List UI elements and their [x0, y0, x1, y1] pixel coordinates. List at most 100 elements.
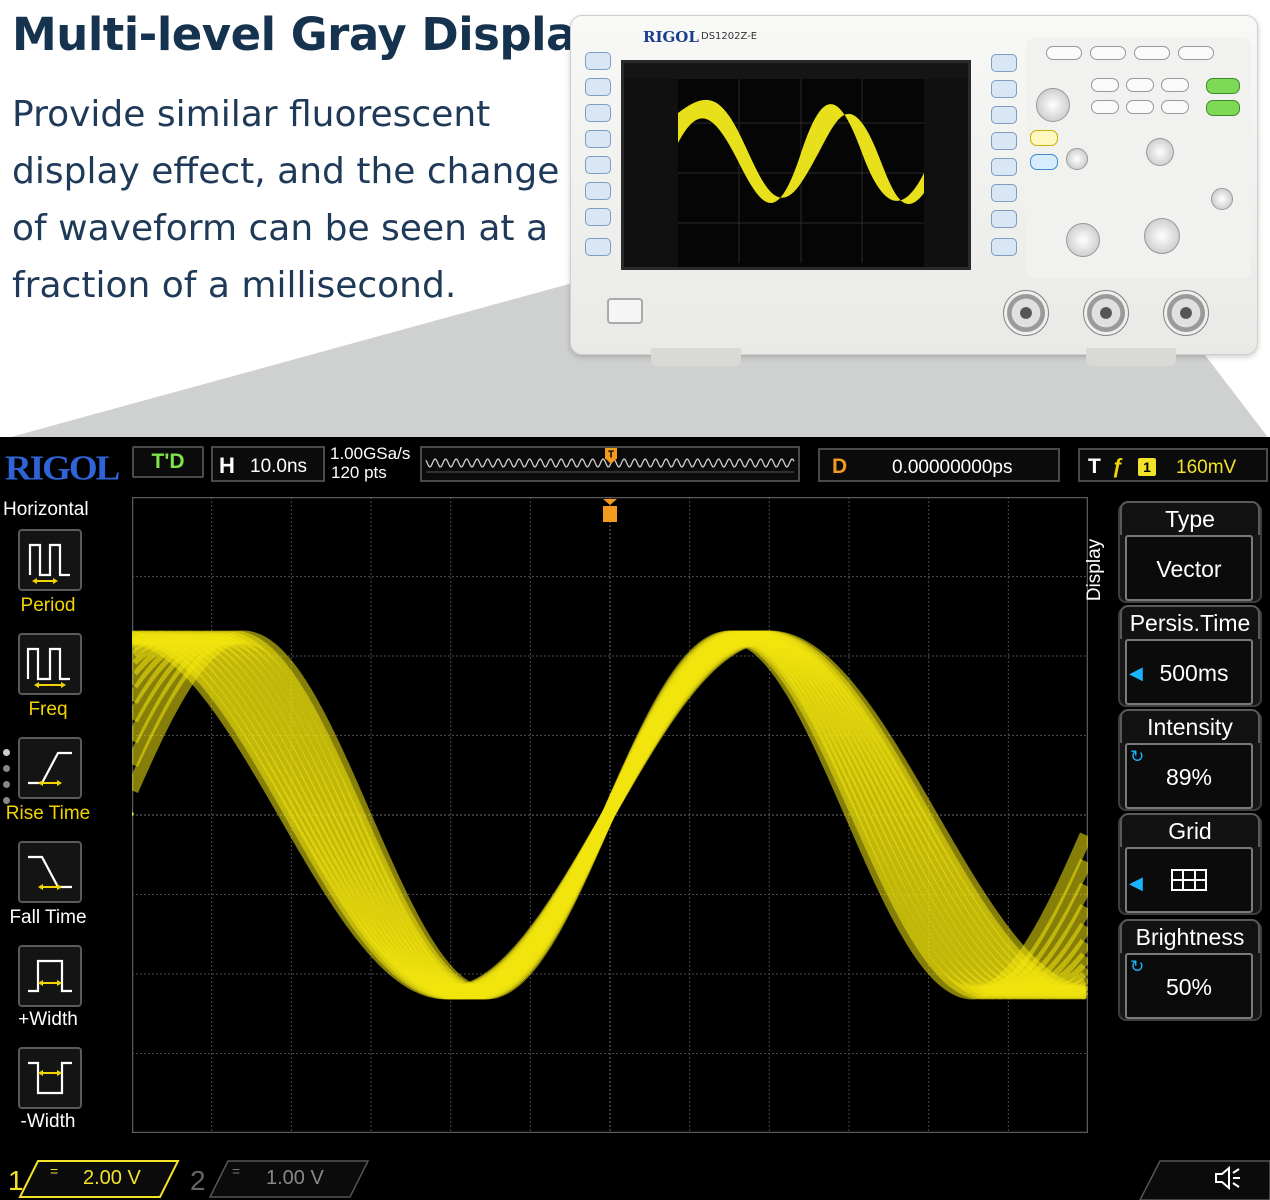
device-softkey	[991, 210, 1017, 228]
device-softkey	[991, 80, 1017, 98]
device-screen-waveform	[624, 63, 968, 267]
ch1-scale[interactable]: 2.00 V	[83, 1167, 141, 1190]
ch1-coupling-icon: =	[50, 1163, 59, 1179]
device-vertical-scale-knob	[1066, 223, 1100, 257]
device-softkey	[585, 130, 611, 148]
memory-depth: 120 pts	[331, 463, 387, 482]
horizontal-label: H	[219, 453, 235, 478]
device-softkey	[585, 182, 611, 200]
display-persistence-value: 500ms	[1125, 639, 1253, 705]
channel-status-bar: 1 = 2.00 V 2 = 1.00 V	[0, 1157, 1270, 1200]
device-trigger-level-knob	[1211, 188, 1233, 210]
page-indicator-dot	[3, 749, 10, 756]
device-control-panel	[1026, 38, 1251, 278]
display-grid-label: Grid	[1120, 813, 1260, 847]
device-menu-button	[585, 52, 611, 70]
measure-rise-time-button[interactable]	[18, 737, 82, 799]
measure-fall-time-label: Fall Time	[9, 907, 87, 928]
trigger-marker-label: T	[1097, 803, 1105, 817]
page-indicator-dot	[3, 765, 10, 772]
display-persistence-label: Persis.Time	[1120, 605, 1260, 639]
device-ch2-connector	[1083, 290, 1129, 336]
measure-period-button[interactable]	[18, 529, 82, 591]
device-ch1-connector	[1003, 290, 1049, 336]
device-foot	[651, 348, 741, 366]
measure-negative-width-label: -Width	[20, 1111, 76, 1132]
sound-icon[interactable]	[1212, 1163, 1242, 1193]
device-utility-key	[1161, 100, 1189, 114]
measure-freq-button[interactable]	[18, 633, 82, 695]
trigger-box[interactable]: T ƒ 1 160mV	[1078, 448, 1268, 482]
delay-box[interactable]: D 0.00000000ps	[818, 448, 1060, 482]
display-intensity-label: Intensity	[1120, 709, 1260, 743]
device-brand-logo: RIGOL	[643, 28, 699, 46]
device-single-key	[1178, 46, 1214, 60]
device-usb-port	[607, 298, 643, 324]
sample-rate: 1.00GSa/s	[330, 444, 411, 463]
device-auto-key	[1090, 46, 1126, 60]
left-menu-title: Horizontal	[3, 499, 89, 520]
rotate-knob-icon: ↻	[1130, 957, 1145, 976]
ch1-number[interactable]: 1	[8, 1165, 24, 1197]
display-grid-value	[1125, 847, 1253, 913]
rise-time-icon	[28, 751, 72, 786]
horizontal-measure-menu: Horizontal Period Freq Rise Time Fall Ti…	[0, 495, 96, 1195]
positive-width-icon	[28, 959, 72, 993]
device-softkey	[991, 132, 1017, 150]
device-softkey	[585, 238, 611, 256]
svg-text:T: T	[608, 450, 614, 461]
trigger-label: T	[1088, 455, 1101, 478]
device-softkey	[585, 156, 611, 174]
device-ch1-key	[1030, 130, 1058, 146]
device-softkey	[585, 78, 611, 96]
measure-rise-time-label: Rise Time	[5, 803, 91, 824]
promo-headline: Multi-level Gray Display	[12, 8, 604, 61]
ch1-marker-label: 1	[113, 810, 120, 824]
trigger-level-value: 160mV	[1176, 457, 1237, 478]
scope-screen: RIGOL T'D H 10.0ns 1.00GSa/s 120 pts T D…	[0, 437, 1270, 1200]
page-indicator-dot	[3, 781, 10, 788]
left-arrow-icon: ◀	[1129, 873, 1143, 893]
horizontal-timebase-box[interactable]: H 10.0ns	[211, 446, 325, 482]
period-icon	[28, 543, 70, 584]
device-storage-key	[1161, 78, 1189, 92]
device-cursor-key	[1091, 100, 1119, 114]
measure-positive-width-button[interactable]	[18, 945, 82, 1007]
left-arrow-icon: ◀	[1129, 663, 1143, 683]
oscilloscope-device-image: RIGOL DS1202Z-E	[570, 15, 1258, 366]
device-ext-trigger-connector	[1163, 290, 1209, 336]
measure-positive-width-label: +Width	[18, 1009, 78, 1030]
display-brightness-label: Brightness	[1120, 919, 1260, 953]
rising-edge-icon: ƒ	[1112, 455, 1124, 478]
measure-period-label: Period	[20, 595, 76, 616]
frequency-icon	[26, 647, 70, 688]
memory-waveform-strip: T	[420, 446, 800, 482]
negative-width-icon	[28, 1061, 72, 1095]
measure-fall-time-button[interactable]	[18, 841, 82, 903]
device-softkey	[991, 238, 1017, 256]
ch2-scale[interactable]: 1.00 V	[266, 1167, 324, 1190]
display-type-value: Vector	[1125, 535, 1253, 601]
trigger-source-badge: 1	[1138, 458, 1156, 476]
memory-overview: T	[425, 448, 795, 473]
ch2-coupling-icon: =	[232, 1163, 241, 1179]
device-ch2-key	[1030, 154, 1058, 170]
device-softkey	[991, 54, 1017, 72]
display-menu-tab-label: Display	[1084, 538, 1106, 602]
device-softkey	[991, 184, 1017, 202]
run-state-indicator[interactable]: T'D	[132, 446, 204, 478]
device-vertical-position-knob	[1066, 148, 1088, 170]
device-acquire-key	[1126, 78, 1154, 92]
device-multifunction-knob	[1036, 88, 1070, 122]
device-display-key	[1126, 100, 1154, 114]
waveform-graticule[interactable]	[132, 497, 1088, 1133]
device-model-label: DS1202Z-E	[701, 31, 758, 42]
device-screen	[621, 60, 971, 270]
timebase-value: 10.0ns	[250, 456, 308, 477]
ch2-number[interactable]: 2	[190, 1165, 206, 1197]
device-clear-key	[1046, 46, 1082, 60]
delay-value: 0.00000000ps	[892, 457, 1013, 478]
display-menu-tab[interactable]: Display	[1084, 499, 1120, 649]
full-grid-icon	[1171, 869, 1207, 891]
measure-negative-width-button[interactable]	[18, 1047, 82, 1109]
